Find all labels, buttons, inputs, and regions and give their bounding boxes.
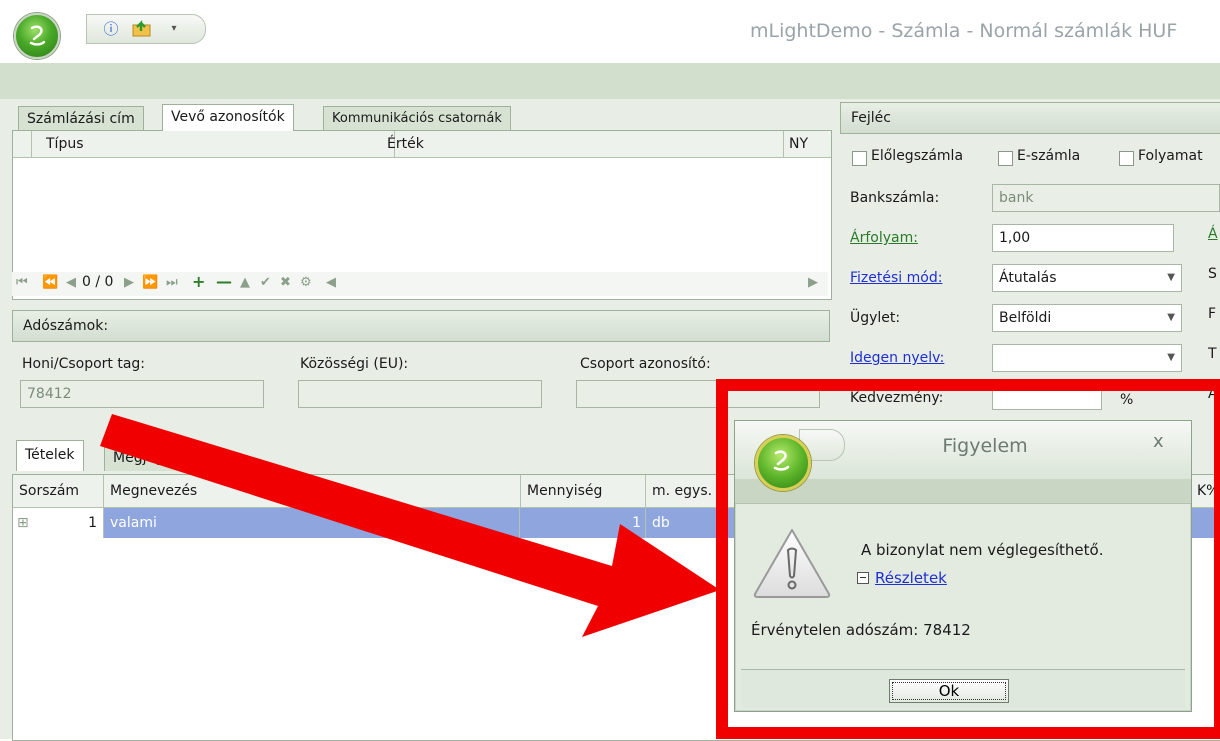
chevron-down-icon[interactable]: ▼: [1167, 345, 1175, 371]
column-header-ertek[interactable]: Érték: [381, 131, 784, 157]
tab-vevo-azonositok[interactable]: Vevő azonosítók: [162, 104, 294, 131]
expand-row-icon[interactable]: ⊞: [17, 508, 29, 538]
quick-access-toolbar: ⓘ ▾: [86, 14, 206, 44]
exchange-rate-link[interactable]: Árfolyam:: [850, 230, 918, 246]
label-e-szamla: E-számla: [1017, 148, 1081, 164]
row-k-percent-cell[interactable]: [1191, 508, 1220, 538]
dialog-message: A bizonylat nem véglegesíthető.: [861, 541, 1104, 559]
column-header-sorszam[interactable]: Sorszám: [13, 475, 104, 507]
deal-value: Belföldi: [999, 310, 1052, 326]
record-position: 0 / 0: [82, 274, 114, 290]
header-section-title: Fejléc: [840, 102, 1220, 134]
customize-toolbar-dropdown-icon[interactable]: ▾: [165, 19, 183, 39]
tab-megjegyzes[interactable]: Megjegyzés: [104, 444, 205, 471]
column-header-tipus[interactable]: Típus: [32, 131, 395, 157]
last-page-icon[interactable]: ⏭: [166, 275, 178, 290]
tax-numbers-section-header: Adószámok:: [12, 310, 830, 342]
column-header-m-egys[interactable]: m. egys.: [646, 475, 743, 507]
cut-label-3: F: [1208, 306, 1217, 322]
group-id-label: Csoport azonosító:: [580, 356, 711, 372]
cut-label-4: T: [1208, 346, 1217, 362]
cut-label-5: Á: [1208, 386, 1218, 402]
payment-method-link[interactable]: Fizetési mód:: [850, 270, 942, 286]
next-record-icon[interactable]: ▶: [124, 275, 134, 290]
eu-field[interactable]: [298, 380, 542, 408]
window-title: mLightDemo - Számla - Normál számlák HUF: [750, 20, 1178, 42]
ribbon: [0, 63, 1220, 100]
error-detail-text: Érvénytelen adószám: 78412: [751, 621, 971, 639]
checkbox-e-szamla[interactable]: [998, 151, 1013, 166]
app-logo-icon: [29, 25, 46, 46]
add-record-icon[interactable]: +: [192, 272, 205, 291]
payment-method-value: Átutalás: [999, 270, 1057, 286]
foreign-language-link[interactable]: Idegen nyelv:: [850, 350, 944, 366]
row-unit-cell[interactable]: db: [646, 508, 742, 538]
tab-kommunikacios-csatornak[interactable]: Kommunikációs csatornák: [323, 106, 511, 131]
row-indicator-header: [13, 131, 32, 157]
cut-label-2: S: [1208, 266, 1217, 282]
honi-label: Honi/Csoport tag:: [22, 356, 146, 372]
scroll-left-icon[interactable]: ◀: [326, 275, 336, 290]
discount-unit: %: [1120, 392, 1134, 408]
column-header-k-percent[interactable]: K%: [1191, 475, 1220, 507]
chevron-down-icon[interactable]: ▼: [1167, 305, 1175, 331]
group-id-field[interactable]: [576, 380, 820, 408]
record-navigator: ⏮ ⏪ ◀ 0 / 0 ▶ ⏩ ⏭ + — ▲ ✔ ✖ ⚙ ◀ ▶: [12, 272, 828, 296]
payment-method-select[interactable]: Átutalás ▼: [992, 264, 1182, 292]
close-icon[interactable]: x: [1153, 431, 1164, 452]
dialog-ribbon-strip: [735, 479, 1191, 504]
foreign-language-select[interactable]: ▼: [992, 344, 1182, 372]
tab-szamlazasi-cim[interactable]: Számlázási cím: [18, 106, 144, 131]
eu-label: Közösségi (EU):: [300, 356, 409, 372]
details-toggle[interactable]: Részletek: [857, 569, 947, 587]
discount-label: Kedvezmény:: [850, 390, 944, 406]
settings-gear-icon[interactable]: ⚙: [300, 275, 312, 290]
warning-icon: [753, 529, 831, 598]
column-header-mennyiseg[interactable]: Mennyiség: [521, 475, 646, 507]
details-link[interactable]: Részletek: [875, 569, 947, 587]
previous-record-icon[interactable]: ◀: [66, 275, 76, 290]
row-number: 1: [88, 515, 97, 531]
row-quantity-cell[interactable]: 1: [521, 508, 646, 538]
title-bar: ⓘ ▾ mLightDemo - Számla - Normál számlák…: [0, 0, 1220, 64]
checkbox-folyamat[interactable]: [1119, 151, 1134, 166]
deal-label: Ügylet:: [850, 310, 901, 326]
dialog-footer: Ok: [741, 669, 1185, 708]
discount-field[interactable]: [992, 382, 1102, 410]
ok-button[interactable]: Ok: [889, 679, 1009, 703]
previous-page-icon[interactable]: ⏪: [42, 275, 58, 290]
label-elolegszamla: Előlegszámla: [871, 148, 964, 164]
tab-tetelek[interactable]: Tételek: [16, 440, 84, 471]
column-header-megnevezes[interactable]: Megnevezés: [104, 475, 521, 507]
collapse-icon[interactable]: [857, 572, 869, 584]
row-name-cell[interactable]: valami: [104, 508, 520, 538]
column-header-ny[interactable]: NY: [783, 131, 829, 157]
scroll-right-icon[interactable]: ▶: [808, 275, 818, 290]
bank-account-field[interactable]: bank: [992, 184, 1220, 212]
first-page-icon[interactable]: ⏮: [16, 275, 28, 290]
grid-header: Típus Érték NY: [13, 131, 831, 158]
row-number-cell: ⊞ 1: [13, 508, 104, 538]
confirm-edit-icon[interactable]: ✔: [260, 275, 271, 290]
edit-record-icon[interactable]: ▲: [240, 275, 250, 290]
app-logo-icon: [773, 450, 790, 471]
dialog-app-orb[interactable]: [755, 435, 811, 491]
delete-record-icon[interactable]: —: [216, 272, 232, 291]
honi-field[interactable]: 78412: [20, 380, 264, 408]
bank-label: Bankszámla:: [850, 190, 940, 206]
application-menu-orb[interactable]: [14, 13, 60, 59]
chevron-down-icon[interactable]: ▼: [1167, 265, 1175, 291]
cancel-edit-icon[interactable]: ✖: [280, 275, 291, 290]
info-icon[interactable]: ⓘ: [101, 19, 121, 39]
export-icon[interactable]: [131, 19, 155, 39]
checkbox-elolegszamla[interactable]: [852, 151, 867, 166]
deal-select[interactable]: Belföldi ▼: [992, 304, 1182, 332]
warning-dialog: Figyelem x A bizonylat nem véglegesíthet…: [734, 420, 1192, 712]
next-page-icon[interactable]: ⏩: [142, 275, 158, 290]
dialog-title: Figyelem: [942, 435, 1028, 457]
exchange-rate-field[interactable]: 1,00: [992, 224, 1174, 252]
label-folyamat: Folyamat: [1138, 148, 1203, 164]
cut-label-1: Á: [1208, 226, 1218, 242]
